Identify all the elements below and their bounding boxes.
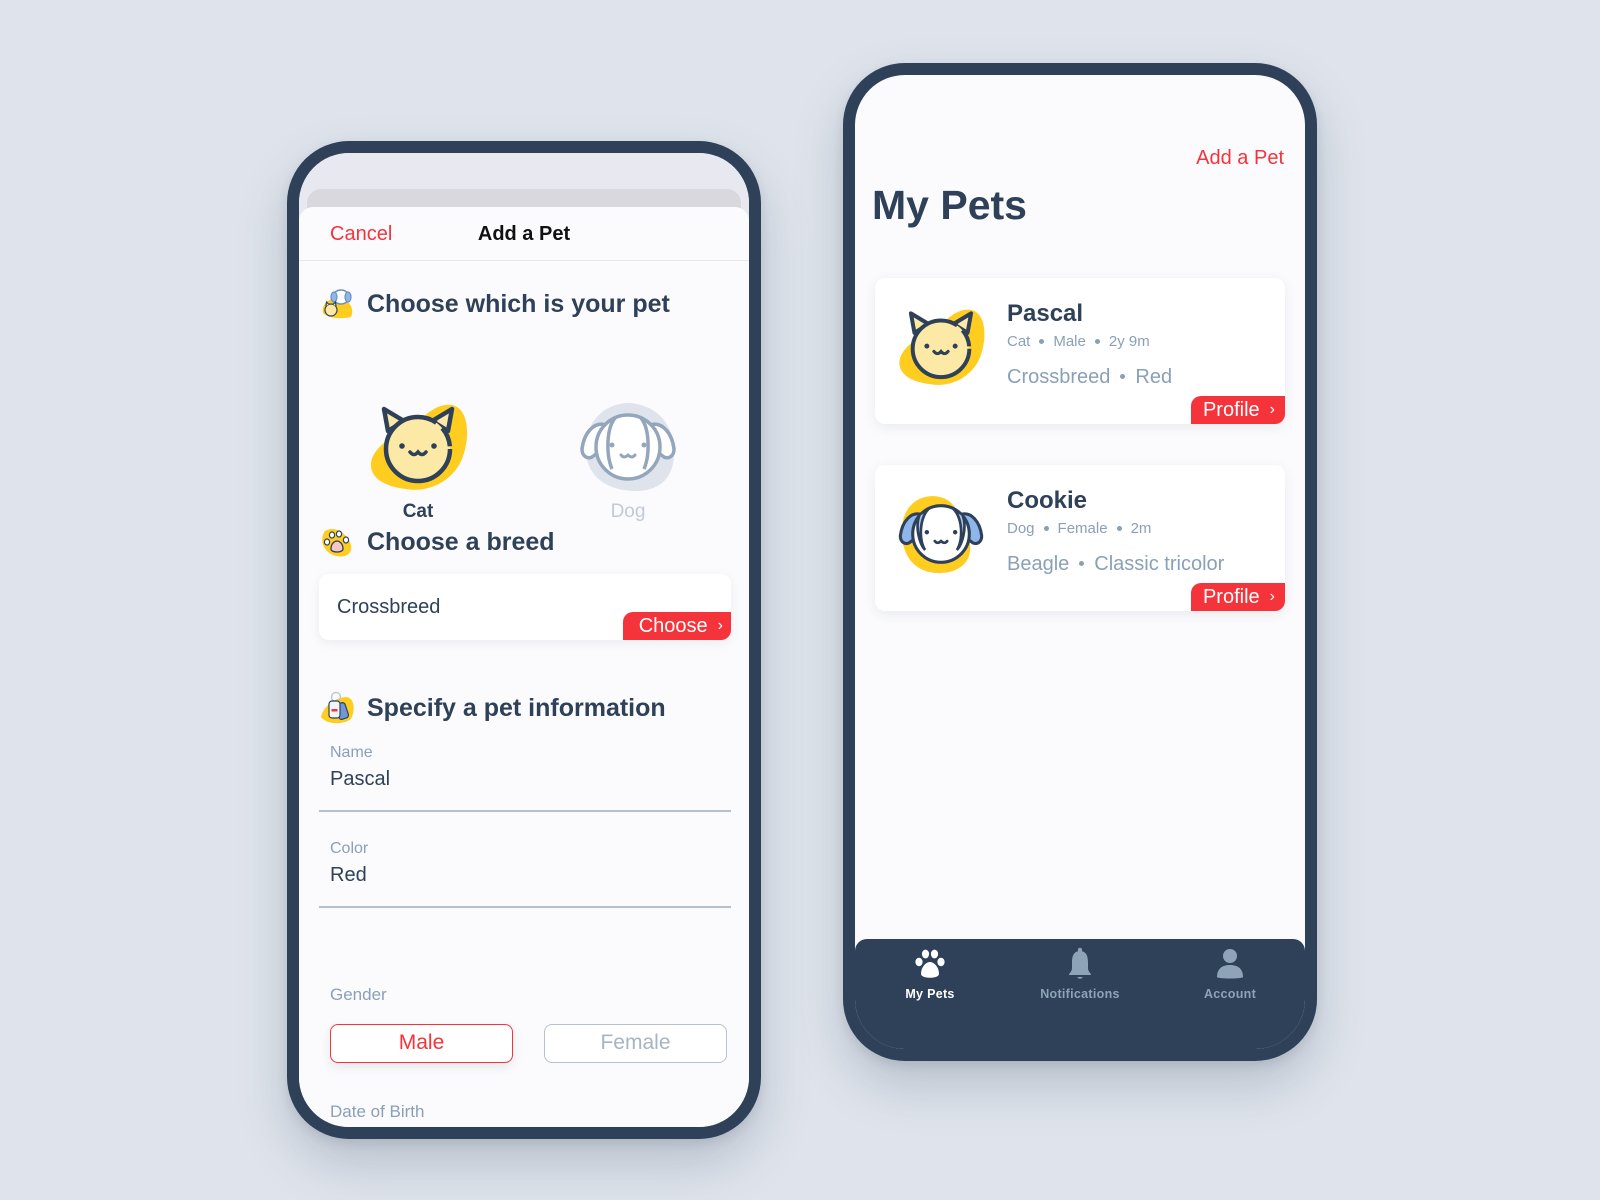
add-pet-link[interactable]: Add a Pet <box>1196 147 1284 170</box>
pet-breed: Beagle <box>1007 553 1070 575</box>
user-icon <box>1217 949 1243 979</box>
dog-face-icon <box>898 496 984 574</box>
tab-notifications-label: Notifications <box>1040 987 1120 1001</box>
pet-type-section-header: Choose which is your pet <box>319 287 670 321</box>
bell-icon <box>1069 947 1091 979</box>
separator-dot <box>1039 338 1045 344</box>
color-field[interactable]: Color Red <box>319 840 731 910</box>
chevron-right-icon: › <box>717 617 723 634</box>
info-section-header: Specify a pet information <box>319 691 666 725</box>
info-section-title: Specify a pet information <box>367 693 666 722</box>
color-field-underline <box>319 906 731 908</box>
pet-type: Dog <box>1007 520 1035 537</box>
phone-my-pets: Add a Pet My Pets Pascal Cat Male 2y 9m Cr… <box>843 63 1317 1061</box>
choose-breed-label: Choose <box>638 614 708 637</box>
pet-card[interactable]: Cookie Dog Female 2m Beagle Classic tricolo… <box>875 465 1285 611</box>
cat-dog-icon <box>322 289 353 319</box>
pet-card[interactable]: Pascal Cat Male 2y 9m Crossbreed Red Profil… <box>875 278 1285 424</box>
dog-face-icon <box>580 403 676 491</box>
color-field-value[interactable]: Red <box>330 864 367 887</box>
pet-color: Red <box>1135 366 1173 388</box>
name-field[interactable]: Name Pascal <box>319 744 731 814</box>
separator-dot <box>1120 374 1126 380</box>
paw-icon <box>915 949 945 978</box>
pet-type-section-title: Choose which is your pet <box>367 289 670 318</box>
pet-option-dog-label: Dog <box>610 501 646 522</box>
cat-face-icon <box>899 309 985 385</box>
name-field-value[interactable]: Pascal <box>330 768 390 791</box>
pet-breed-color: Beagle Classic tricolor <box>1007 553 1224 576</box>
breed-section-title: Choose a breed <box>367 527 555 556</box>
add-pet-sheet: Cancel Add a Pet Choose which is your pe… <box>299 207 749 1127</box>
pet-type: Cat <box>1007 333 1031 350</box>
profile-button[interactable]: Profile › <box>1190 396 1285 424</box>
pet-name: Pascal <box>1007 300 1084 327</box>
color-field-label: Color <box>330 840 369 857</box>
page-title: My Pets <box>872 182 1027 228</box>
paw-icon <box>322 528 352 557</box>
breed-section-header: Choose a breed <box>319 525 555 559</box>
pet-gender: Male <box>1053 333 1086 350</box>
pet-meta: Cat Male 2y 9m <box>1007 333 1150 350</box>
gender-male-button[interactable]: Male <box>330 1024 513 1063</box>
chevron-right-icon: › <box>1269 588 1275 605</box>
name-field-label: Name <box>330 744 373 761</box>
tab-bar: My Pets Notifications Account <box>855 939 1305 1049</box>
tab-account[interactable]: Account <box>1155 939 1305 1049</box>
profile-button-label: Profile <box>1202 585 1260 608</box>
navbar: Cancel Add a Pet <box>299 207 749 261</box>
pet-option-dog[interactable]: Dog <box>573 399 683 523</box>
separator-dot <box>1043 525 1049 531</box>
chevron-right-icon: › <box>1269 401 1275 418</box>
tab-my-pets[interactable]: My Pets <box>855 939 1005 1049</box>
add-pet-screen: Cancel Add a Pet Choose which is your pe… <box>299 153 749 1127</box>
gender-female-button[interactable]: Female <box>544 1024 727 1063</box>
profile-button-label: Profile <box>1202 398 1260 421</box>
pet-option-cat[interactable]: Cat <box>363 399 473 523</box>
tab-notifications[interactable]: Notifications <box>1005 939 1155 1049</box>
breed-value: Crossbreed <box>337 596 441 618</box>
pet-age: 2y 9m <box>1108 333 1150 350</box>
separator-dot <box>1116 525 1122 531</box>
gender-label: Gender <box>330 985 387 1004</box>
pet-tag-icon <box>321 691 354 724</box>
breed-selector[interactable]: Crossbreed Choose › <box>319 574 731 640</box>
pet-gender: Female <box>1057 520 1108 537</box>
pet-meta: Dog Female 2m <box>1007 520 1151 537</box>
navbar-title: Add a Pet <box>477 223 571 245</box>
pet-breed-color: Crossbreed Red <box>1007 366 1172 389</box>
pet-breed: Crossbreed <box>1007 366 1111 388</box>
separator-dot <box>1094 338 1100 344</box>
pet-option-cat-label: Cat <box>402 501 434 522</box>
tab-account-label: Account <box>1203 987 1257 1001</box>
cat-face-icon <box>370 404 468 490</box>
phone-add-pet: Cancel Add a Pet Choose which is your pe… <box>287 141 761 1139</box>
tab-my-pets-label: My Pets <box>905 987 955 1001</box>
my-pets-screen: Add a Pet My Pets Pascal Cat Male 2y 9m Cr… <box>855 75 1305 1049</box>
profile-button[interactable]: Profile › <box>1190 583 1285 611</box>
separator-dot <box>1079 561 1085 567</box>
pet-color: Classic tricolor <box>1094 553 1225 575</box>
dob-label: Date of Birth <box>330 1102 425 1121</box>
choose-breed-button[interactable]: Choose › <box>622 612 731 640</box>
name-field-underline <box>319 810 731 812</box>
pet-name: Cookie <box>1007 487 1088 514</box>
pet-age: 2m <box>1130 520 1152 537</box>
